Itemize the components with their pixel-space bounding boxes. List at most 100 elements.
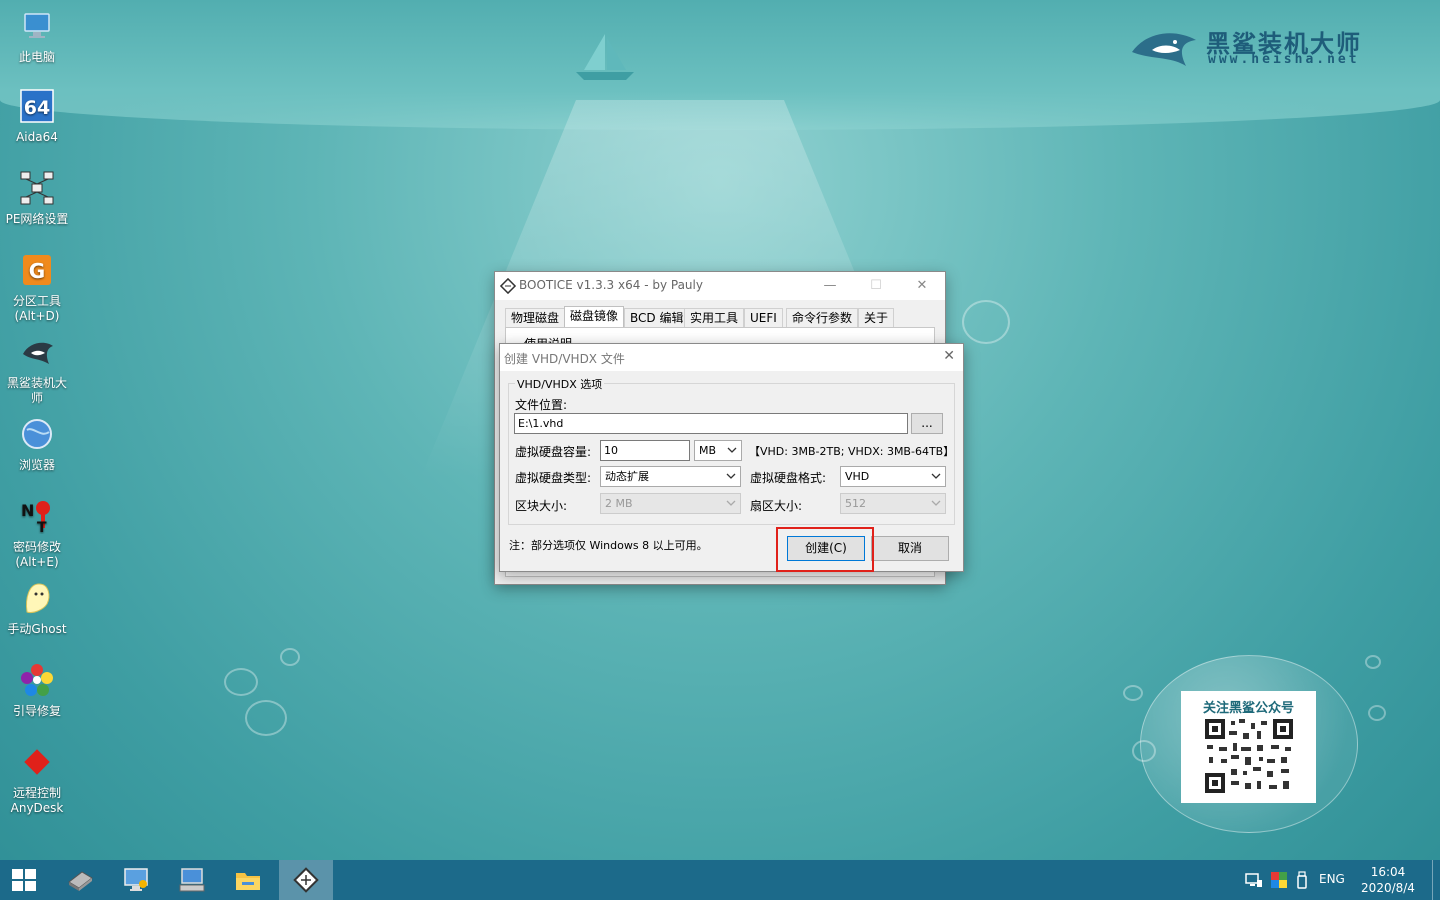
partition-tool-icon: G <box>23 255 51 285</box>
windows-logo-icon <box>12 869 36 891</box>
tab-uefi[interactable]: UEFI <box>744 308 783 328</box>
dialog-title: 创建 VHD/VHDX 文件 <box>504 352 625 366</box>
desktop-icon-password[interactable]: NT 密码修改 (Alt+E) <box>2 498 72 570</box>
chevron-down-icon <box>727 447 737 453</box>
capacity-input[interactable] <box>600 440 690 461</box>
desktop-icon-label: Aida64 <box>16 130 58 144</box>
capacity-unit-value: MB <box>699 444 717 457</box>
desktop-icon-label: PE网络设置 <box>5 212 69 226</box>
desktop-icon-this-pc[interactable]: 此电脑 <box>2 8 72 65</box>
taskbar-item-explorer[interactable] <box>222 860 272 900</box>
hard-disk-icon <box>68 871 93 891</box>
capacity-hint: 【VHD: 3MB-2TB; VHDX: 3MB-64TB】 <box>749 445 955 458</box>
clock-date: 2020/8/4 <box>1361 881 1415 895</box>
browse-button[interactable]: ... <box>911 413 943 434</box>
disk-format-label: 虚拟硬盘格式: <box>750 471 827 485</box>
color-tray-icon[interactable] <box>1271 872 1287 888</box>
folder-icon <box>236 873 260 890</box>
language-indicator[interactable]: ENG <box>1319 872 1345 888</box>
shark-icon <box>23 342 53 364</box>
chevron-down-icon <box>931 500 941 506</box>
sector-size-value: 512 <box>845 497 866 510</box>
disk-format-select[interactable]: VHD <box>840 466 946 487</box>
bubble <box>245 700 287 736</box>
svg-text:64: 64 <box>24 97 50 119</box>
tab-utilities[interactable]: 实用工具 <box>684 308 745 328</box>
disk-type-select[interactable]: 动态扩展 <box>600 466 741 487</box>
browser-icon <box>22 419 52 449</box>
tab-bcd-edit[interactable]: BCD 编辑 <box>624 308 690 328</box>
tab-about[interactable]: 关于 <box>858 308 895 328</box>
heisha-logo: 黑鲨装机大师 www.heisha.net <box>1130 22 1390 76</box>
desktop-icon-boot-repair[interactable]: 引导修复 <box>2 662 72 719</box>
password-icon: NT <box>21 501 50 536</box>
desktop-icon-ghost[interactable]: 手动Ghost <box>2 580 72 637</box>
desktop-icon-label: 密码修改 (Alt+E) <box>12 540 61 569</box>
minimize-button[interactable]: — <box>815 276 845 296</box>
network-icon <box>20 171 54 205</box>
aida64-icon: 64 <box>20 89 54 123</box>
capacity-label: 虚拟硬盘容量: <box>515 445 592 459</box>
desktop-icon-label: 分区工具 (Alt+D) <box>12 294 61 323</box>
bubble <box>962 300 1010 344</box>
desktop-icon-aida64[interactable]: 64 Aida64 <box>2 88 72 145</box>
desktop-icon-partition-tool[interactable]: G 分区工具 (Alt+D) <box>2 252 72 324</box>
logo-url: www.heisha.net <box>1208 52 1360 67</box>
qr-title: 关注黑鲨公众号 <box>1202 701 1294 716</box>
ghost-icon <box>26 583 50 613</box>
disk-type-value: 动态扩展 <box>605 470 649 483</box>
chevron-down-icon <box>726 500 736 506</box>
dialog-close-icon[interactable]: ✕ <box>943 348 955 364</box>
bubble <box>224 668 258 696</box>
desktop-computer-icon <box>179 868 205 892</box>
taskbar-item-pc-manager[interactable] <box>110 860 160 900</box>
taskbar-item-bootice[interactable] <box>279 860 333 900</box>
bubble <box>280 648 300 666</box>
bubble <box>1368 705 1386 721</box>
desktop-icon-label: 手动Ghost <box>7 622 67 636</box>
shark-logo-icon <box>1132 33 1196 66</box>
dialog-note: 注：部分选项仅 Windows 8 以上可用。 <box>509 539 708 552</box>
desktop-icon-anydesk[interactable]: 远程控制 AnyDesk <box>2 744 72 816</box>
svg-text:G: G <box>29 259 45 283</box>
bubble <box>1365 655 1381 669</box>
start-button[interactable] <box>0 860 50 900</box>
taskbar-item-computer[interactable] <box>166 860 216 900</box>
taskbar: ENG 16:04 2020/8/4 <box>0 860 1440 900</box>
computer-icon <box>24 13 50 38</box>
qr-code-icon <box>1205 719 1293 793</box>
svg-text:T: T <box>37 520 47 534</box>
tab-disk-image[interactable]: 磁盘镜像 <box>564 306 625 328</box>
boot-repair-icon <box>21 664 53 696</box>
svg-text:N: N <box>21 501 34 520</box>
chevron-down-icon <box>931 473 941 479</box>
desktop-icon-label: 浏览器 <box>18 458 55 472</box>
monitor-icon <box>124 868 148 891</box>
capacity-unit-select[interactable]: MB <box>694 440 742 461</box>
clock[interactable]: 16:04 2020/8/4 <box>1358 864 1418 896</box>
taskbar-item-disk[interactable] <box>54 860 104 900</box>
network-tray-icon[interactable] <box>1245 872 1263 888</box>
create-vhd-dialog: 创建 VHD/VHDX 文件 ✕ VHD/VHDX 选项 文件位置: ... 虚… <box>499 343 964 572</box>
desktop-icon-label: 黑鲨装机大师 <box>6 376 67 405</box>
desktop-icon-pe-network[interactable]: PE网络设置 <box>2 170 72 227</box>
block-size-value: 2 MB <box>605 497 633 510</box>
sector-size-select: 512 <box>840 493 946 514</box>
anydesk-icon <box>24 749 50 775</box>
close-button[interactable]: ✕ <box>907 276 937 296</box>
desktop-icon-heisha[interactable]: 黑鲨装机大师 <box>2 334 72 406</box>
block-size-label: 区块大小: <box>515 499 568 513</box>
bootice-titlebar[interactable]: BOOTICE v1.3.3 x64 - by Pauly — ☐ ✕ <box>495 272 945 300</box>
cancel-button[interactable]: 取消 <box>871 536 949 561</box>
file-path-input[interactable] <box>514 413 908 434</box>
dialog-titlebar[interactable]: 创建 VHD/VHDX 文件 ✕ <box>500 344 963 371</box>
desktop-icon-browser[interactable]: 浏览器 <box>2 416 72 473</box>
tab-command-line[interactable]: 命令行参数 <box>786 308 859 328</box>
block-size-select: 2 MB <box>600 493 741 514</box>
usb-device-tray-icon[interactable] <box>1296 871 1308 889</box>
show-desktop-button[interactable] <box>1432 860 1440 900</box>
tab-physical-disk[interactable]: 物理磁盘 <box>505 308 566 328</box>
desktop-icon-label: 远程控制 AnyDesk <box>10 786 64 815</box>
bootice-title: BOOTICE v1.3.3 x64 - by Pauly <box>519 278 703 292</box>
bubble <box>1123 685 1143 701</box>
